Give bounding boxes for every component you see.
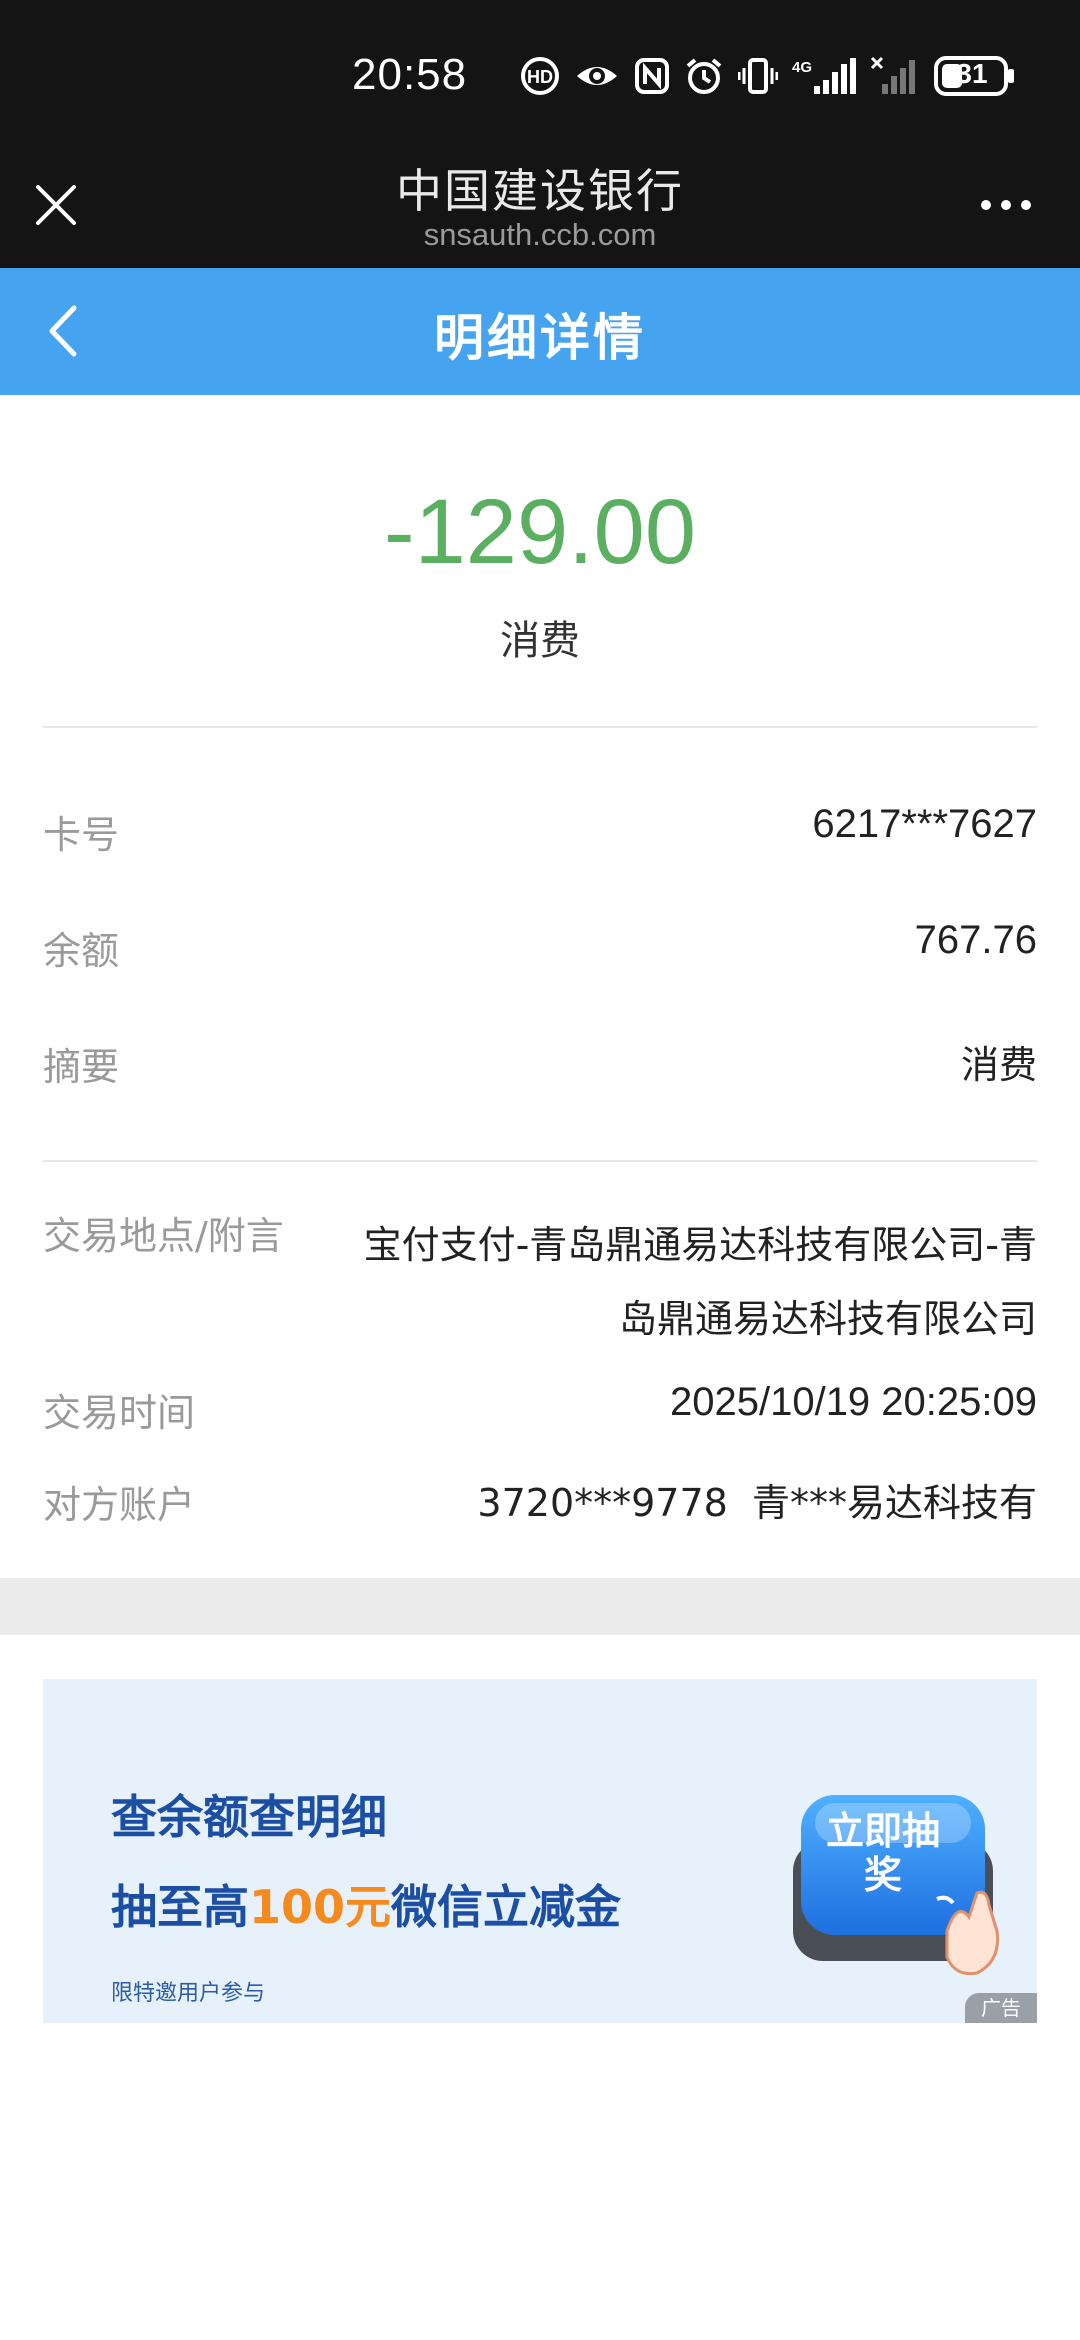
browser-header: 中国建设银行 snsauth.ccb.com bbox=[0, 155, 1080, 268]
counterparty-value: 3720***9778 青***易达科技有 bbox=[477, 1481, 1037, 1525]
site-url: snsauth.ccb.com bbox=[423, 217, 657, 252]
status-time: 20:58 bbox=[352, 50, 468, 99]
signal-4g-icon: 4G bbox=[792, 58, 856, 94]
nfc-icon bbox=[635, 58, 669, 94]
summary-label: 摘要 bbox=[43, 1045, 120, 1089]
ad-subheadline-suffix: 微信立减金 bbox=[391, 1880, 622, 1934]
eye-icon bbox=[577, 67, 617, 85]
section-separator bbox=[0, 1578, 1080, 1635]
location-value-line2: 岛鼎通易达科技有限公司 bbox=[618, 1297, 1037, 1341]
lottery-button-label: 立即抽奖 bbox=[825, 1809, 940, 1897]
balance-value: 767.76 bbox=[914, 918, 1037, 962]
svg-text:HD: HD bbox=[527, 67, 553, 87]
divider bbox=[43, 1160, 1037, 1162]
status-bar: 20:58 HD 4G 31 bbox=[0, 0, 1080, 155]
signal-no-service-icon bbox=[870, 56, 915, 94]
hd-call-icon: HD bbox=[521, 57, 559, 95]
transaction-type: 消费 bbox=[500, 618, 580, 664]
nav-bar: 明细详情 bbox=[0, 268, 1080, 395]
vibrate-icon bbox=[738, 58, 778, 94]
more-icon[interactable] bbox=[976, 185, 1036, 225]
balance-label: 余额 bbox=[43, 929, 120, 973]
site-title: 中国建设银行 bbox=[396, 164, 684, 218]
summary-value: 消费 bbox=[960, 1043, 1037, 1087]
ad-tag: 广告 bbox=[965, 1993, 1037, 2023]
page-title: 明细详情 bbox=[434, 309, 646, 367]
counterparty-label: 对方账户 bbox=[43, 1483, 196, 1527]
transaction-time-value: 2025/10/19 20:25:09 bbox=[669, 1380, 1037, 1424]
location-value-line1: 宝付支付-青岛鼎通易达科技有限公司-青 bbox=[363, 1223, 1037, 1267]
ad-subheadline-prefix: 抽至高 bbox=[111, 1880, 249, 1934]
card-number-value: 6217***7627 bbox=[812, 802, 1037, 846]
ad-note: 限特邀用户参与 bbox=[111, 1981, 266, 2006]
location-label: 交易地点/附言 bbox=[43, 1214, 284, 1258]
ad-banner[interactable]: 查余额查明细 抽至高100元微信立减金 限特邀用户参与 立即抽奖 广告 bbox=[43, 1679, 1037, 2023]
ad-headline: 查余额查明细 bbox=[111, 1790, 387, 1844]
ad-highlight: 100元 bbox=[249, 1880, 392, 1934]
card-number-label: 卡号 bbox=[43, 813, 120, 857]
divider bbox=[43, 726, 1037, 728]
transaction-time-label: 交易时间 bbox=[43, 1391, 196, 1435]
svg-text:4G: 4G bbox=[792, 59, 812, 76]
ad-subheadline: 抽至高100元微信立减金 bbox=[111, 1871, 621, 1937]
transaction-amount: -129.00 bbox=[383, 481, 697, 583]
battery-level: 31 bbox=[956, 58, 988, 89]
alarm-icon bbox=[686, 58, 722, 94]
